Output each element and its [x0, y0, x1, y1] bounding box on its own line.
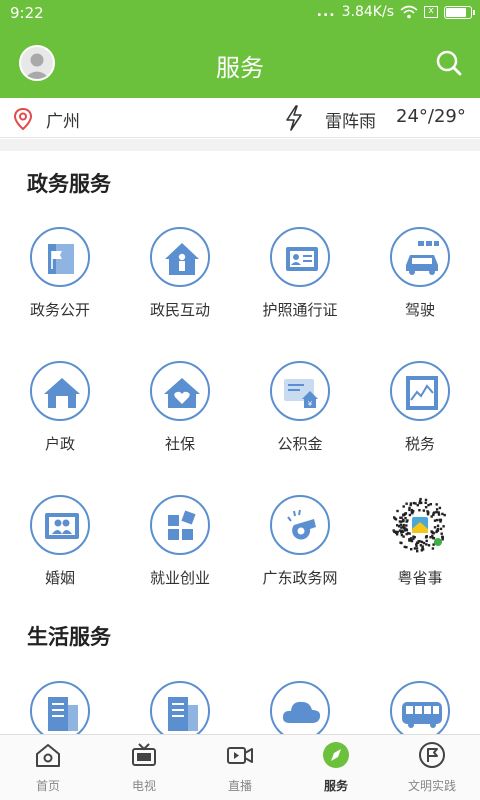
status-indicators: ... 3.84K/s x: [316, 4, 475, 20]
house-person-icon: [150, 227, 210, 287]
network-speed: 3.84K/s: [341, 4, 394, 20]
service-label: 政民互动: [149, 301, 210, 319]
service-item-life-1[interactable]: [0, 681, 120, 734]
service-label: 粤省事: [397, 569, 443, 587]
service-content[interactable]: 政务服务 政务公开 政民互动 护照通行证 驾驶 户政 社保 ¥ 公积金 税务 婚…: [0, 151, 480, 734]
wifi-icon: [400, 5, 418, 19]
service-item-gd-gov-web[interactable]: 广东政务网: [240, 495, 360, 605]
service-item-social-security[interactable]: 社保: [120, 361, 240, 471]
building-icon: [150, 681, 210, 734]
marriage-photo-icon: [30, 495, 90, 555]
section-title-government: 政务服务: [27, 172, 111, 196]
location-pin-icon: [13, 107, 33, 131]
tab-service[interactable]: 服务: [288, 735, 384, 800]
flag-document-icon: [30, 227, 90, 287]
tab-home[interactable]: 首页: [0, 735, 96, 800]
service-item-life-3[interactable]: [240, 681, 360, 734]
tab-label: 电视: [131, 779, 156, 793]
service-item-yueshengshi[interactable]: 粤省事: [360, 495, 480, 605]
tv-icon: [132, 743, 156, 766]
tab-label: 服务: [323, 779, 348, 793]
temperature: 24°/29°: [396, 106, 466, 127]
tab-label: 直播: [227, 779, 252, 793]
status-dots: ...: [316, 4, 336, 20]
service-label: 政务公开: [29, 301, 90, 319]
tab-civilization-practice[interactable]: 文明实践: [384, 735, 480, 800]
service-label: 税务: [404, 435, 435, 453]
service-item-driving[interactable]: 驾驶: [360, 227, 480, 337]
section-title-life: 生活服务: [27, 625, 111, 649]
tax-chart-icon: [390, 361, 450, 421]
status-time: 9:22: [10, 4, 44, 22]
fund-card-icon: ¥: [270, 361, 330, 421]
tab-tv[interactable]: 电视: [96, 735, 192, 800]
status-bar: 9:22 ... 3.84K/s x: [0, 0, 480, 28]
service-label: 就业创业: [149, 569, 210, 587]
whistle-icon: [270, 495, 330, 555]
notification-x-icon: x: [424, 6, 438, 18]
weather-condition: 雷阵雨: [325, 112, 376, 132]
service-label: 婚姻: [44, 569, 75, 587]
service-item-government-open[interactable]: 政务公开: [0, 227, 120, 337]
service-item-tax[interactable]: 税务: [360, 361, 480, 471]
service-item-public-interaction[interactable]: 政民互动: [120, 227, 240, 337]
service-item-household[interactable]: 户政: [0, 361, 120, 471]
bottom-tab-bar: 首页 电视 直播 服务 文明实践: [0, 734, 480, 800]
bus-icon: [390, 681, 450, 734]
service-label: 户政: [44, 435, 75, 453]
service-item-passport[interactable]: 护照通行证: [240, 227, 360, 337]
blocks-icon: [150, 495, 210, 555]
home-icon: [36, 744, 60, 767]
battery-icon: [444, 5, 475, 19]
service-item-housing-fund[interactable]: ¥ 公积金: [240, 361, 360, 471]
search-button[interactable]: [434, 48, 464, 78]
svg-text:¥: ¥: [308, 400, 313, 408]
tab-label: 文明实践: [407, 779, 456, 793]
building-icon: [30, 681, 90, 734]
house-heart-icon: [150, 361, 210, 421]
tab-live[interactable]: 直播: [192, 735, 288, 800]
service-item-marriage[interactable]: 婚姻: [0, 495, 120, 605]
location-city[interactable]: 广州: [46, 107, 80, 132]
tab-label: 首页: [35, 779, 60, 793]
cloud-icon: [270, 681, 330, 734]
service-label: 社保: [164, 435, 195, 453]
live-camera-icon: [227, 747, 253, 764]
service-label: 护照通行证: [262, 301, 338, 319]
car-icon: [390, 227, 450, 287]
page-title: 服务: [216, 54, 264, 82]
search-icon: [436, 50, 462, 76]
compass-icon: [323, 742, 349, 768]
weather-bar: 广州 雷阵雨 24°/29°: [0, 98, 480, 138]
thunderstorm-icon: [286, 105, 302, 131]
service-item-life-4[interactable]: [360, 681, 480, 734]
id-card-icon: [270, 227, 330, 287]
title-bar: 服务: [0, 28, 480, 98]
service-label: 驾驶: [404, 301, 435, 319]
service-label: 广东政务网: [262, 569, 338, 587]
qr-code-icon: [390, 495, 450, 555]
house-icon: [30, 361, 90, 421]
section-divider: [0, 139, 480, 151]
service-item-life-2[interactable]: [120, 681, 240, 734]
flag-circle-icon: [419, 742, 445, 768]
service-label: 公积金: [277, 435, 323, 453]
service-item-employment[interactable]: 就业创业: [120, 495, 240, 605]
